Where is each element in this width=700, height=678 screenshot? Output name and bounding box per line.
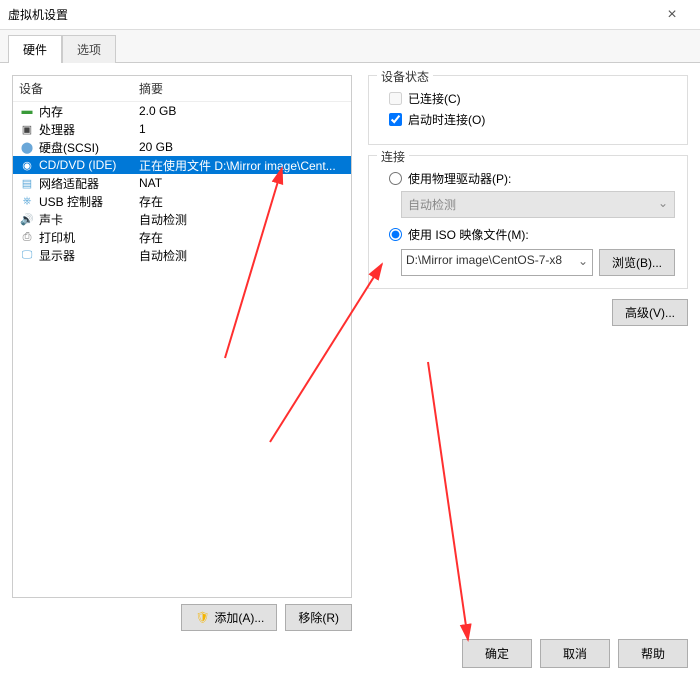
connected-checkbox-row[interactable]: 已连接(C) — [389, 90, 675, 107]
iso-path-value: D:\Mirror image\CentOS-7-x8 — [406, 253, 562, 267]
connection-group: 连接 使用物理驱动器(P): 自动检测 ⌄ 使用 ISO 映像文件(M): D:… — [368, 155, 688, 289]
connected-label: 已连接(C) — [408, 90, 461, 107]
device-status-title: 设备状态 — [377, 68, 433, 85]
physical-drive-label: 使用物理驱动器(P): — [408, 170, 511, 187]
device-summary: 自动检测 — [139, 247, 345, 264]
device-name: USB 控制器 — [39, 193, 103, 210]
device-summary: 正在使用文件 D:\Mirror image\Cent... — [139, 157, 345, 174]
connect-at-poweron-row[interactable]: 启动时连接(O) — [389, 111, 675, 128]
cd-icon: ◉ — [19, 158, 35, 172]
ok-button[interactable]: 确定 — [462, 639, 532, 668]
printer-icon: ⎙ — [19, 230, 35, 244]
device-name: 显示器 — [39, 247, 75, 264]
device-name: 声卡 — [39, 211, 63, 228]
connect-at-poweron-checkbox[interactable] — [389, 113, 402, 126]
col-summary-header: 摘要 — [139, 80, 345, 97]
dialog-body: 设备 摘要 ▬ 内存 2.0 GB ▣ 处理器 1 ⬤ 硬盘(SCSI) 20 GB ◉ CD/DV… — [0, 63, 700, 643]
tab-strip: 硬件 选项 — [0, 30, 700, 63]
device-summary: 存在 — [139, 193, 345, 210]
device-row[interactable]: ▣ 处理器 1 — [13, 120, 351, 138]
display-icon: 🖵 — [19, 248, 35, 262]
device-name: 处理器 — [39, 121, 75, 138]
add-device-label: 添加(A)... — [214, 609, 264, 626]
memory-icon: ▬ — [19, 104, 35, 118]
cpu-icon: ▣ — [19, 122, 35, 136]
device-row[interactable]: ▤ 网络适配器 NAT — [13, 174, 351, 192]
disk-icon: ⬤ — [19, 140, 35, 154]
device-row[interactable]: 🔊 声卡 自动检测 — [13, 210, 351, 228]
connect-at-poweron-label: 启动时连接(O) — [408, 111, 485, 128]
dialog-footer: 确定 取消 帮助 — [462, 639, 688, 668]
iso-path-row: D:\Mirror image\CentOS-7-x8 ⌄ 浏览(B)... — [401, 249, 675, 276]
iso-file-radio[interactable] — [389, 228, 402, 241]
titlebar: 虚拟机设置 × — [0, 0, 700, 30]
device-summary: 20 GB — [139, 140, 345, 154]
chevron-down-icon: ⌄ — [578, 254, 588, 268]
physical-drive-value: 自动检测 — [408, 196, 456, 213]
device-status-group: 设备状态 已连接(C) 启动时连接(O) — [368, 75, 688, 145]
window-title: 虚拟机设置 — [8, 6, 652, 23]
physical-drive-select: 自动检测 ⌄ — [401, 191, 675, 218]
iso-file-row[interactable]: 使用 ISO 映像文件(M): — [389, 226, 675, 243]
connection-title: 连接 — [377, 148, 409, 165]
tab-options[interactable]: 选项 — [62, 35, 116, 63]
remove-device-button[interactable]: 移除(R) — [285, 604, 352, 631]
tab-hardware[interactable]: 硬件 — [8, 35, 62, 63]
advanced-button[interactable]: 高级(V)... — [612, 299, 688, 326]
browse-button[interactable]: 浏览(B)... — [599, 249, 675, 276]
shield-icon: 🛡 — [194, 611, 210, 625]
physical-drive-radio[interactable] — [389, 172, 402, 185]
device-row[interactable]: ◉ CD/DVD (IDE) 正在使用文件 D:\Mirror image\Cent… — [13, 156, 351, 174]
device-row[interactable]: ⬤ 硬盘(SCSI) 20 GB — [13, 138, 351, 156]
iso-file-label: 使用 ISO 映像文件(M): — [408, 226, 529, 243]
nic-icon: ▤ — [19, 176, 35, 190]
right-panel: 设备状态 已连接(C) 启动时连接(O) 连接 使用物理驱动器(P): 自动检测… — [368, 75, 688, 631]
device-name: 内存 — [39, 103, 63, 120]
device-name: 网络适配器 — [39, 175, 99, 192]
chevron-down-icon: ⌄ — [658, 196, 668, 213]
advanced-row: 高级(V)... — [368, 299, 688, 326]
device-name: 硬盘(SCSI) — [39, 139, 99, 156]
device-list-buttons: 🛡 添加(A)... 移除(R) — [12, 604, 352, 631]
help-button[interactable]: 帮助 — [618, 639, 688, 668]
device-summary: 存在 — [139, 229, 345, 246]
device-summary: 2.0 GB — [139, 104, 345, 118]
sound-icon: 🔊 — [19, 212, 35, 226]
device-row[interactable]: ▬ 内存 2.0 GB — [13, 102, 351, 120]
add-device-button[interactable]: 🛡 添加(A)... — [181, 604, 277, 631]
device-list: 设备 摘要 ▬ 内存 2.0 GB ▣ 处理器 1 ⬤ 硬盘(SCSI) 20 GB ◉ CD/DV… — [12, 75, 352, 598]
device-summary: 1 — [139, 122, 345, 136]
device-row[interactable]: 🖵 显示器 自动检测 — [13, 246, 351, 264]
connected-checkbox — [389, 92, 402, 105]
device-name: CD/DVD (IDE) — [39, 158, 116, 172]
close-icon[interactable]: × — [652, 6, 692, 24]
physical-drive-row[interactable]: 使用物理驱动器(P): — [389, 170, 675, 187]
device-name: 打印机 — [39, 229, 75, 246]
device-list-header: 设备 摘要 — [13, 76, 351, 102]
device-row[interactable]: ⎈ USB 控制器 存在 — [13, 192, 351, 210]
col-device-header: 设备 — [19, 80, 139, 97]
iso-path-combo[interactable]: D:\Mirror image\CentOS-7-x8 ⌄ — [401, 249, 593, 276]
cancel-button[interactable]: 取消 — [540, 639, 610, 668]
device-summary: 自动检测 — [139, 211, 345, 228]
device-row[interactable]: ⎙ 打印机 存在 — [13, 228, 351, 246]
usb-icon: ⎈ — [19, 194, 35, 208]
device-summary: NAT — [139, 176, 345, 190]
left-panel: 设备 摘要 ▬ 内存 2.0 GB ▣ 处理器 1 ⬤ 硬盘(SCSI) 20 GB ◉ CD/DV… — [12, 75, 352, 631]
